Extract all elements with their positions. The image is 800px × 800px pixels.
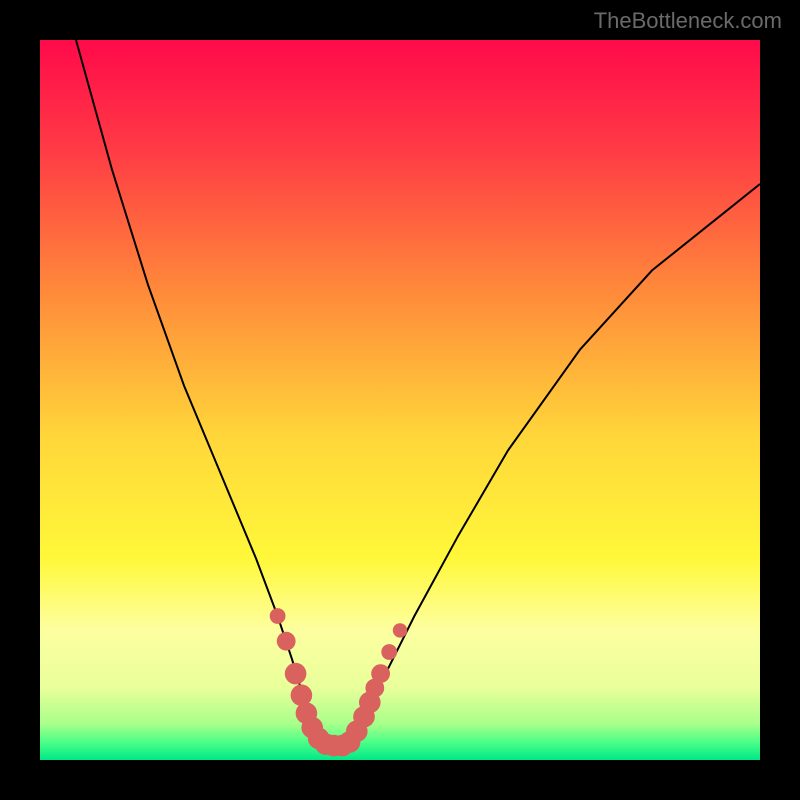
data-marker xyxy=(381,644,397,660)
data-marker xyxy=(371,664,390,683)
data-marker xyxy=(277,632,296,651)
data-marker xyxy=(285,663,307,685)
data-marker xyxy=(270,608,286,624)
bottleneck-chart xyxy=(40,40,760,760)
watermark-text: TheBottleneck.com xyxy=(594,8,782,34)
data-marker xyxy=(393,623,407,637)
chart-plot-area xyxy=(40,40,760,760)
chart-background xyxy=(40,40,760,760)
